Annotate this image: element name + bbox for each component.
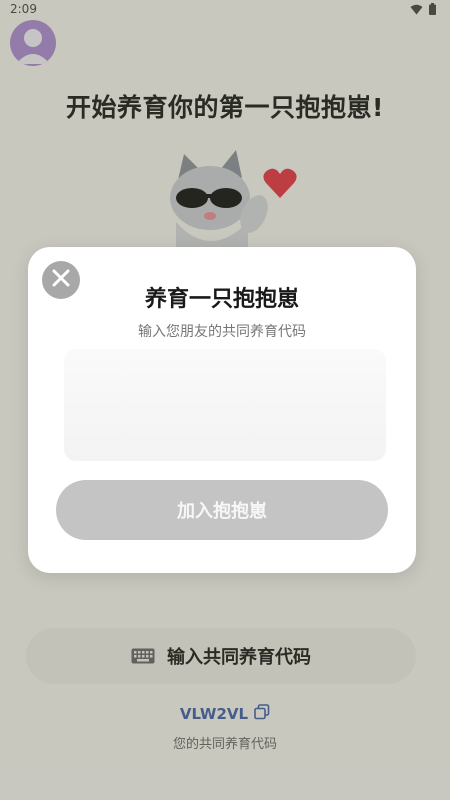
join-button[interactable]: 加入抱抱崽 <box>56 480 388 540</box>
join-dialog: 养育一只抱抱崽 输入您朋友的共同养育代码 加入抱抱崽 <box>28 247 416 573</box>
dialog-title: 养育一只抱抱崽 <box>144 287 299 312</box>
app-screen: 2:09 开始养育你的第一只抱抱崽! 输入共同养育代码 VLW2VL 您的共同养… <box>0 0 450 800</box>
code-input[interactable] <box>64 349 386 461</box>
dialog-subtitle: 输入您朋友的共同养育代码 <box>138 324 306 340</box>
